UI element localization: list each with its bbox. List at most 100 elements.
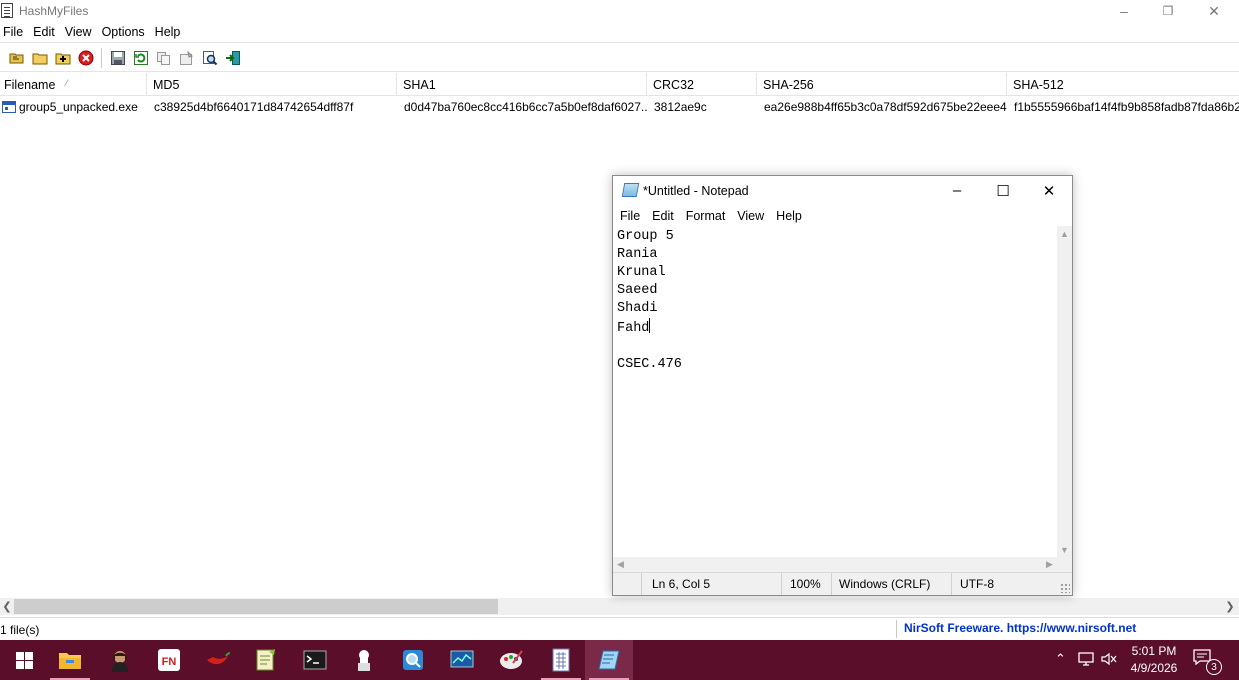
notepad-menu-file[interactable]: File	[613, 206, 646, 226]
taskbar-portrait-app[interactable]	[96, 640, 144, 680]
column-header-label: Filename	[4, 78, 56, 92]
table-row[interactable]: group5_unpacked.exe c38925d4bf6640171d84…	[0, 97, 1239, 117]
column-header-filename[interactable]: Filename ⁄	[0, 73, 147, 96]
minimize-button[interactable]: –	[1101, 0, 1147, 22]
save-icon	[110, 50, 125, 65]
cell-sha1: d0d47ba760ec8cc416b6cc7a5b0ef8daf6027...	[404, 100, 647, 114]
clock-time: 5:01 PM	[1131, 644, 1177, 658]
taskbar-chili-app[interactable]	[194, 640, 242, 680]
properties-icon	[179, 49, 193, 65]
scroll-right-icon[interactable]: ❯	[1223, 598, 1237, 615]
svg-text:FN: FN	[162, 656, 177, 668]
scroll-right-icon[interactable]: ▶	[1042, 557, 1057, 572]
taskbar-magnifier-app[interactable]	[389, 640, 437, 680]
action-center-button[interactable]: 3	[1193, 649, 1223, 675]
open-files-button[interactable]	[5, 47, 28, 69]
open-folder-button[interactable]	[28, 47, 51, 69]
add-folder-button[interactable]	[51, 47, 74, 69]
text-line: Rania	[617, 247, 658, 262]
network-icon[interactable]	[1077, 651, 1095, 670]
scroll-left-icon[interactable]: ❮	[0, 598, 14, 615]
scrollbar-corner	[1057, 557, 1072, 572]
scroll-left-icon[interactable]: ◀	[613, 557, 628, 572]
monitor-icon	[450, 650, 474, 668]
zoom-level: 100%	[781, 573, 831, 595]
notepad-text-area[interactable]: Group 5 Rania Krunal Saeed Shadi Fahd ​CSEC.47…	[613, 226, 1057, 557]
paint-icon	[500, 650, 523, 669]
show-hidden-icons-chevron-icon[interactable]: ⌃	[1055, 651, 1066, 667]
properties-button[interactable]	[175, 47, 198, 69]
notepad-close-button[interactable]: ✕	[1026, 176, 1072, 205]
column-header-crc32[interactable]: CRC32	[647, 73, 757, 96]
notepad-vertical-scrollbar[interactable]: ▲ ▼	[1057, 226, 1072, 557]
exit-button[interactable]	[221, 47, 244, 69]
cell-sha512: f1b5555966baf14f4fb9b858fadb87fda86b2d	[1014, 100, 1239, 114]
notepad-window: *Untitled - Notepad – ☐ ✕ File Edit Form…	[612, 175, 1073, 596]
notepad-menu-view[interactable]: View	[731, 206, 770, 226]
column-header-md5[interactable]: MD5	[147, 73, 397, 96]
taskbar-hashmyfiles[interactable]	[537, 640, 585, 680]
status-separator	[896, 620, 897, 638]
refresh-icon	[133, 50, 148, 65]
hashmyfiles-titlebar[interactable]: HashMyFiles – ❐ ✕	[0, 0, 1239, 22]
toolbar	[0, 44, 1239, 72]
scrollbar-thumb[interactable]	[14, 599, 498, 614]
menu-view[interactable]: View	[61, 23, 98, 42]
system-clock[interactable]: 5:01 PM 4/9/2026	[1122, 643, 1186, 677]
find-icon	[202, 50, 217, 65]
scroll-down-icon[interactable]: ▼	[1057, 542, 1072, 557]
column-header-sha256[interactable]: SHA-256	[757, 73, 1007, 96]
fn-app-icon: FN	[158, 649, 180, 671]
list-header: Filename ⁄ MD5 SHA1 CRC32 SHA-256 SHA-51…	[0, 73, 1239, 96]
save-button[interactable]	[106, 47, 129, 69]
remove-button[interactable]	[74, 47, 97, 69]
nirsoft-link[interactable]: NirSoft Freeware. https://www.nirsoft.ne…	[904, 621, 1136, 635]
taskbar-monitor-app[interactable]	[438, 640, 486, 680]
taskbar-fn-app[interactable]: FN	[145, 640, 193, 680]
start-button[interactable]	[0, 640, 48, 680]
notepad-menu-edit[interactable]: Edit	[646, 206, 680, 226]
menu-edit[interactable]: Edit	[29, 23, 61, 42]
file-count: 1 file(s)	[0, 623, 40, 637]
menu-help[interactable]: Help	[151, 23, 187, 42]
notepad-horizontal-scrollbar[interactable]: ◀ ▶	[613, 557, 1057, 572]
notepad-maximize-button[interactable]: ☐	[980, 176, 1026, 205]
notepad-minimize-button[interactable]: –	[934, 176, 980, 205]
text-line: Saeed	[617, 283, 658, 298]
text-line: Fahd	[617, 321, 650, 336]
find-button[interactable]	[198, 47, 221, 69]
column-header-sha1[interactable]: SHA1	[397, 73, 647, 96]
notepad-taskbar-icon	[598, 650, 620, 670]
taskbar-terminal[interactable]	[291, 640, 339, 680]
taskbar-file-explorer[interactable]	[46, 640, 94, 680]
taskbar-notepad-plus-plus[interactable]	[242, 640, 290, 680]
resize-grip-icon[interactable]	[1060, 583, 1070, 593]
cursor-position: Ln 6, Col 5	[641, 573, 781, 595]
volume-muted-icon[interactable]	[1100, 651, 1118, 670]
notepad-status-bar: Ln 6, Col 5 100% Windows (CRLF) UTF-8	[613, 572, 1072, 595]
text-caret	[649, 318, 651, 333]
menu-file[interactable]: File	[0, 23, 29, 42]
notepad-titlebar[interactable]: *Untitled - Notepad – ☐ ✕	[613, 176, 1072, 206]
notepad-icon	[621, 183, 640, 197]
taskbar-chef-app[interactable]	[340, 640, 388, 680]
scroll-up-icon[interactable]: ▲	[1057, 226, 1072, 241]
horizontal-scrollbar[interactable]: ❮ ❯	[0, 598, 1239, 615]
taskbar-paint-app[interactable]	[487, 640, 535, 680]
taskbar-notepad[interactable]	[585, 640, 633, 680]
window-title: HashMyFiles	[19, 4, 89, 18]
column-header-sha512[interactable]: SHA-512	[1007, 73, 1239, 96]
toolbar-separator	[101, 47, 102, 68]
filename-text: group5_unpacked.exe	[19, 100, 138, 114]
exit-icon	[225, 50, 240, 65]
cell-md5: c38925d4bf6640171d84742654dff87f	[154, 100, 354, 114]
restore-button[interactable]: ❐	[1145, 0, 1191, 22]
notepad-menu-bar: File Edit Format View Help	[613, 206, 1072, 226]
copy-button[interactable]	[152, 47, 175, 69]
menu-options[interactable]: Options	[98, 23, 151, 42]
close-button[interactable]: ✕	[1191, 0, 1237, 22]
refresh-button[interactable]	[129, 47, 152, 69]
remove-icon	[78, 50, 93, 65]
notepad-menu-help[interactable]: Help	[770, 206, 808, 226]
notepad-menu-format[interactable]: Format	[680, 206, 732, 226]
